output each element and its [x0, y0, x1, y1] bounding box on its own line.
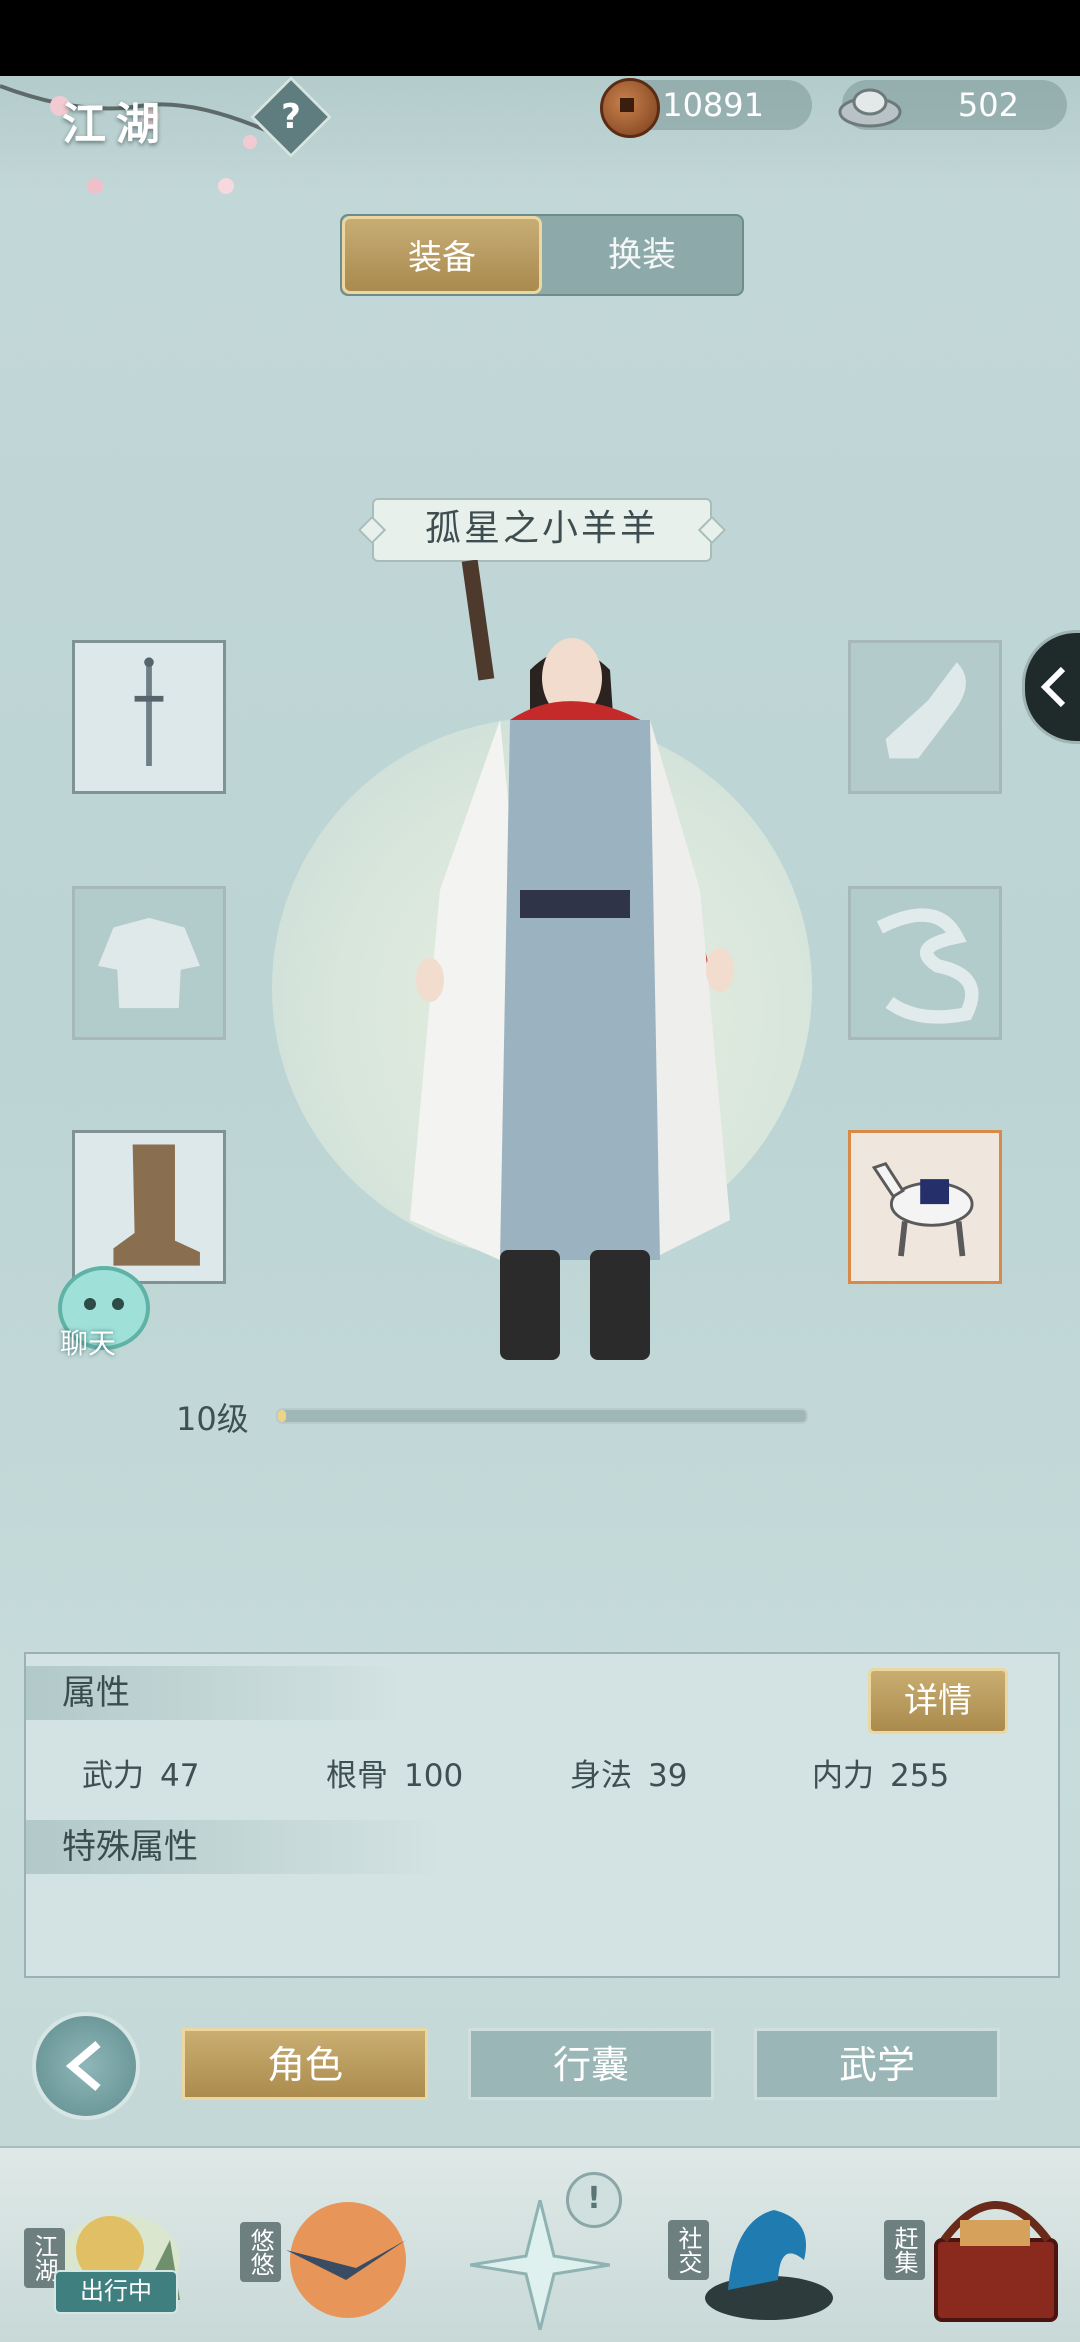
cloud-slot[interactable]	[848, 886, 1002, 1040]
bottom-label: 悠悠	[240, 2222, 281, 2282]
traveling-badge: 出行中	[54, 2270, 178, 2314]
bottom-label: 社交	[668, 2220, 709, 2280]
bottom-item-market[interactable]: 赶集	[880, 2180, 1060, 2330]
nav-inventory[interactable]: 行囊	[468, 2028, 714, 2100]
social-wave-icon	[705, 2210, 833, 2320]
stat-value: 39	[648, 1758, 688, 1794]
attributes-panel: 属性 详情 武力 47 根骨 100 身法 39 内力 255 特殊属性	[24, 1652, 1060, 1978]
mount-slot[interactable]	[848, 1130, 1002, 1284]
copper-coin-icon	[600, 78, 660, 138]
stat-value: 100	[404, 1758, 464, 1794]
xp-bar-fill	[278, 1410, 286, 1422]
stat-strength: 武力 47	[82, 1750, 199, 1795]
weapon-slot[interactable]	[72, 640, 226, 794]
copper-value: 10891	[662, 86, 764, 124]
stat-key: 身法	[570, 1758, 632, 1794]
stat-key: 武力	[82, 1758, 144, 1794]
bottom-label: 赶集	[884, 2220, 925, 2280]
stat-value: 47	[160, 1758, 200, 1794]
tab-equipment[interactable]: 装备	[342, 216, 542, 294]
back-button[interactable]	[32, 2012, 140, 2120]
side-expand-button[interactable]	[1022, 630, 1080, 744]
bottom-item-youyou[interactable]: 悠悠	[236, 2180, 416, 2330]
alert-badge: !	[566, 2172, 622, 2228]
stat-constitution: 根骨 100	[326, 1750, 463, 1795]
accessory-slot[interactable]	[848, 640, 1002, 794]
tab-outfit[interactable]: 换装	[542, 216, 742, 294]
robe-icon	[98, 917, 200, 1009]
clothes-slot[interactable]	[72, 886, 226, 1040]
level-label: 10级	[176, 1400, 249, 1438]
nav-martial-arts[interactable]: 武学	[754, 2028, 1000, 2100]
stat-key: 内力	[812, 1758, 874, 1794]
back-arrow-icon	[65, 2040, 101, 2092]
stat-value: 255	[890, 1758, 950, 1794]
silver-ingot-icon	[838, 88, 902, 128]
stat-inner-power: 内力 255	[812, 1750, 949, 1795]
sword-icon	[134, 657, 164, 767]
special-attributes-heading: 特殊属性	[26, 1820, 442, 1874]
stat-agility: 身法 39	[570, 1750, 687, 1795]
xp-bar	[276, 1408, 808, 1424]
details-button[interactable]: 详情	[868, 1668, 1008, 1734]
equip-tab-bar: 装备 换装	[340, 214, 744, 296]
chat-label[interactable]: 聊天	[60, 1322, 116, 1362]
silver-value: 502	[957, 86, 1019, 124]
bottom-item-social[interactable]: 社交	[664, 2180, 844, 2330]
nav-character[interactable]: 角色	[182, 2028, 428, 2100]
attributes-heading: 属性	[26, 1666, 402, 1720]
wrap-icon	[885, 662, 966, 759]
youyou-bird-icon	[286, 2202, 406, 2318]
horse-icon	[871, 1162, 974, 1257]
status-bar	[0, 0, 1080, 76]
stat-key: 根骨	[326, 1758, 388, 1794]
market-basket-icon	[934, 2201, 1058, 2322]
cloud-icon	[876, 908, 979, 1024]
chevron-left-icon	[1040, 666, 1066, 708]
character-model[interactable]	[380, 560, 830, 1380]
page-title: 江湖	[62, 99, 170, 150]
character-name: 孤星之小羊羊	[372, 498, 712, 562]
